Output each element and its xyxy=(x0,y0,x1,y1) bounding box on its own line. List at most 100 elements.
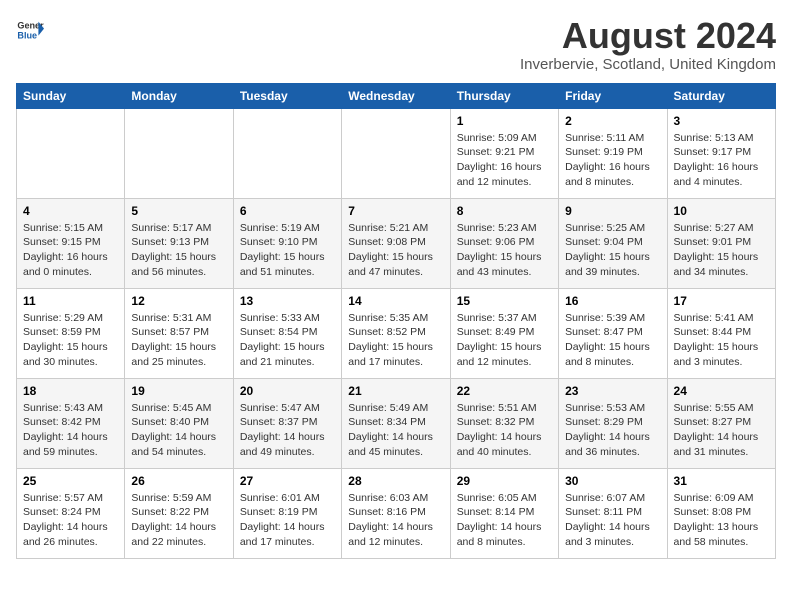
calendar-cell xyxy=(233,108,341,198)
week-row-3: 11 Sunrise: 5:29 AM Sunset: 8:59 PM Dayli… xyxy=(17,288,776,378)
calendar-cell: 20 Sunrise: 5:47 AM Sunset: 8:37 PM Dayli… xyxy=(233,378,341,468)
day-number: 20 xyxy=(240,384,335,398)
calendar-cell: 31Sunrise: 6:09 AM Sunset: 8:08 PM Dayli… xyxy=(667,468,775,558)
calendar-cell: 5 Sunrise: 5:17 AM Sunset: 9:13 PM Daylig… xyxy=(125,198,233,288)
calendar-cell: 8 Sunrise: 5:23 AM Sunset: 9:06 PM Daylig… xyxy=(450,198,558,288)
calendar-cell: 21 Sunrise: 5:49 AM Sunset: 8:34 PM Dayli… xyxy=(342,378,450,468)
calendar-cell: 30Sunrise: 6:07 AM Sunset: 8:11 PM Dayli… xyxy=(559,468,667,558)
day-number: 7 xyxy=(348,204,443,218)
day-info: Sunrise: 5:31 AM Sunset: 8:57 PM Dayligh… xyxy=(131,311,226,370)
day-number: 3 xyxy=(674,114,769,128)
day-info: Sunrise: 5:59 AM Sunset: 8:22 PM Dayligh… xyxy=(131,491,226,550)
day-number: 21 xyxy=(348,384,443,398)
calendar-cell: 3 Sunrise: 5:13 AM Sunset: 9:17 PM Daylig… xyxy=(667,108,775,198)
calendar-cell xyxy=(125,108,233,198)
day-number: 25 xyxy=(23,474,118,488)
calendar-table: SundayMondayTuesdayWednesdayThursdayFrid… xyxy=(16,83,776,559)
day-number: 24 xyxy=(674,384,769,398)
day-number: 14 xyxy=(348,294,443,308)
day-info: Sunrise: 5:49 AM Sunset: 8:34 PM Dayligh… xyxy=(348,401,443,460)
day-info: Sunrise: 5:25 AM Sunset: 9:04 PM Dayligh… xyxy=(565,221,660,280)
calendar-cell xyxy=(342,108,450,198)
day-info: Sunrise: 5:39 AM Sunset: 8:47 PM Dayligh… xyxy=(565,311,660,370)
day-number: 27 xyxy=(240,474,335,488)
day-info: Sunrise: 5:09 AM Sunset: 9:21 PM Dayligh… xyxy=(457,131,552,190)
month-year-title: August 2024 xyxy=(520,16,776,56)
calendar-cell: 2 Sunrise: 5:11 AM Sunset: 9:19 PM Daylig… xyxy=(559,108,667,198)
column-header-wednesday: Wednesday xyxy=(342,83,450,108)
calendar-cell: 13Sunrise: 5:33 AM Sunset: 8:54 PM Dayli… xyxy=(233,288,341,378)
calendar-cell: 18Sunrise: 5:43 AM Sunset: 8:42 PM Dayli… xyxy=(17,378,125,468)
calendar-cell: 23 Sunrise: 5:53 AM Sunset: 8:29 PM Dayli… xyxy=(559,378,667,468)
calendar-cell: 26 Sunrise: 5:59 AM Sunset: 8:22 PM Dayli… xyxy=(125,468,233,558)
day-info: Sunrise: 5:19 AM Sunset: 9:10 PM Dayligh… xyxy=(240,221,335,280)
day-number: 23 xyxy=(565,384,660,398)
day-number: 9 xyxy=(565,204,660,218)
day-info: Sunrise: 5:37 AM Sunset: 8:49 PM Dayligh… xyxy=(457,311,552,370)
calendar-cell: 25 Sunrise: 5:57 AM Sunset: 8:24 PM Dayli… xyxy=(17,468,125,558)
day-info: Sunrise: 5:55 AM Sunset: 8:27 PM Dayligh… xyxy=(674,401,769,460)
day-number: 12 xyxy=(131,294,226,308)
calendar-cell: 4 Sunrise: 5:15 AM Sunset: 9:15 PM Daylig… xyxy=(17,198,125,288)
calendar-cell: 29 Sunrise: 6:05 AM Sunset: 8:14 PM Dayli… xyxy=(450,468,558,558)
column-header-monday: Monday xyxy=(125,83,233,108)
calendar-cell: 7Sunrise: 5:21 AM Sunset: 9:08 PM Daylig… xyxy=(342,198,450,288)
calendar-cell: 12 Sunrise: 5:31 AM Sunset: 8:57 PM Dayli… xyxy=(125,288,233,378)
day-number: 11 xyxy=(23,294,118,308)
title-area: August 2024 Inverbervie, Scotland, Unite… xyxy=(520,16,776,73)
day-info: Sunrise: 6:01 AM Sunset: 8:19 PM Dayligh… xyxy=(240,491,335,550)
day-info: Sunrise: 5:15 AM Sunset: 9:15 PM Dayligh… xyxy=(23,221,118,280)
logo-icon: General Blue xyxy=(16,16,44,44)
day-info: Sunrise: 5:45 AM Sunset: 8:40 PM Dayligh… xyxy=(131,401,226,460)
day-number: 4 xyxy=(23,204,118,218)
day-number: 5 xyxy=(131,204,226,218)
calendar-cell: 6 Sunrise: 5:19 AM Sunset: 9:10 PM Daylig… xyxy=(233,198,341,288)
day-info: Sunrise: 5:47 AM Sunset: 8:37 PM Dayligh… xyxy=(240,401,335,460)
week-row-1: 1 Sunrise: 5:09 AM Sunset: 9:21 PM Daylig… xyxy=(17,108,776,198)
calendar-cell: 14 Sunrise: 5:35 AM Sunset: 8:52 PM Dayli… xyxy=(342,288,450,378)
column-header-sunday: Sunday xyxy=(17,83,125,108)
day-number: 1 xyxy=(457,114,552,128)
day-info: Sunrise: 5:11 AM Sunset: 9:19 PM Dayligh… xyxy=(565,131,660,190)
column-header-thursday: Thursday xyxy=(450,83,558,108)
svg-text:Blue: Blue xyxy=(17,30,37,40)
day-number: 13 xyxy=(240,294,335,308)
day-info: Sunrise: 5:53 AM Sunset: 8:29 PM Dayligh… xyxy=(565,401,660,460)
column-header-tuesday: Tuesday xyxy=(233,83,341,108)
day-number: 8 xyxy=(457,204,552,218)
day-info: Sunrise: 5:35 AM Sunset: 8:52 PM Dayligh… xyxy=(348,311,443,370)
day-info: Sunrise: 6:05 AM Sunset: 8:14 PM Dayligh… xyxy=(457,491,552,550)
day-number: 10 xyxy=(674,204,769,218)
calendar-cell: 28Sunrise: 6:03 AM Sunset: 8:16 PM Dayli… xyxy=(342,468,450,558)
day-info: Sunrise: 5:23 AM Sunset: 9:06 PM Dayligh… xyxy=(457,221,552,280)
day-info: Sunrise: 5:13 AM Sunset: 9:17 PM Dayligh… xyxy=(674,131,769,190)
day-number: 29 xyxy=(457,474,552,488)
column-header-saturday: Saturday xyxy=(667,83,775,108)
calendar-header-row: SundayMondayTuesdayWednesdayThursdayFrid… xyxy=(17,83,776,108)
calendar-cell: 10 Sunrise: 5:27 AM Sunset: 9:01 PM Dayli… xyxy=(667,198,775,288)
day-info: Sunrise: 6:07 AM Sunset: 8:11 PM Dayligh… xyxy=(565,491,660,550)
column-header-friday: Friday xyxy=(559,83,667,108)
calendar-cell: 19Sunrise: 5:45 AM Sunset: 8:40 PM Dayli… xyxy=(125,378,233,468)
header: General Blue August 2024 Inverbervie, Sc… xyxy=(16,16,776,73)
day-number: 2 xyxy=(565,114,660,128)
calendar-cell xyxy=(17,108,125,198)
day-number: 17 xyxy=(674,294,769,308)
calendar-cell: 17Sunrise: 5:41 AM Sunset: 8:44 PM Dayli… xyxy=(667,288,775,378)
day-number: 26 xyxy=(131,474,226,488)
day-info: Sunrise: 5:57 AM Sunset: 8:24 PM Dayligh… xyxy=(23,491,118,550)
logo: General Blue xyxy=(16,16,44,44)
day-info: Sunrise: 6:09 AM Sunset: 8:08 PM Dayligh… xyxy=(674,491,769,550)
day-number: 16 xyxy=(565,294,660,308)
day-number: 6 xyxy=(240,204,335,218)
calendar-cell: 16 Sunrise: 5:39 AM Sunset: 8:47 PM Dayli… xyxy=(559,288,667,378)
week-row-4: 18Sunrise: 5:43 AM Sunset: 8:42 PM Dayli… xyxy=(17,378,776,468)
day-info: Sunrise: 5:17 AM Sunset: 9:13 PM Dayligh… xyxy=(131,221,226,280)
day-info: Sunrise: 5:29 AM Sunset: 8:59 PM Dayligh… xyxy=(23,311,118,370)
day-info: Sunrise: 5:27 AM Sunset: 9:01 PM Dayligh… xyxy=(674,221,769,280)
day-info: Sunrise: 6:03 AM Sunset: 8:16 PM Dayligh… xyxy=(348,491,443,550)
location-subtitle: Inverbervie, Scotland, United Kingdom xyxy=(520,56,776,73)
calendar-cell: 22Sunrise: 5:51 AM Sunset: 8:32 PM Dayli… xyxy=(450,378,558,468)
week-row-2: 4 Sunrise: 5:15 AM Sunset: 9:15 PM Daylig… xyxy=(17,198,776,288)
day-info: Sunrise: 5:43 AM Sunset: 8:42 PM Dayligh… xyxy=(23,401,118,460)
